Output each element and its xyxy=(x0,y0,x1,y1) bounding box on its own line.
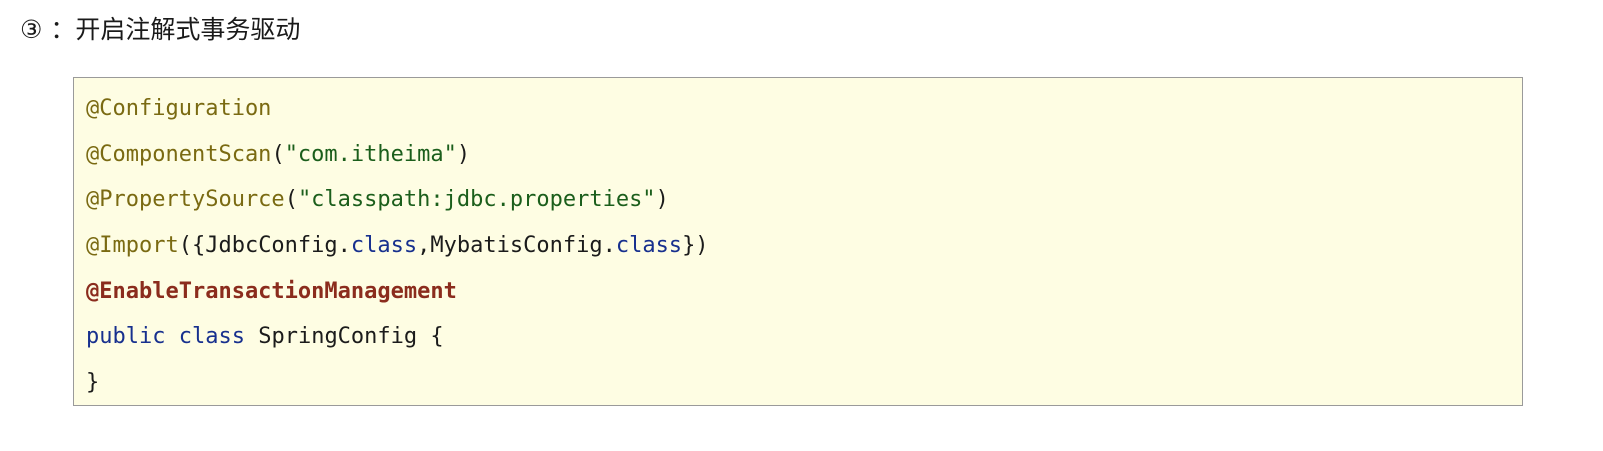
code-token-plain: ( xyxy=(284,187,298,213)
code-line: @Configuration xyxy=(86,86,1522,132)
code-token-kw: class xyxy=(615,233,683,259)
code-line: @EnableTransactionManagement xyxy=(86,269,1522,315)
code-token-anno: @PropertySource xyxy=(86,187,285,213)
code-line: } xyxy=(86,360,1522,406)
code-token-str: "classpath:jdbc.properties" xyxy=(297,187,656,213)
code-token-plain: ( xyxy=(271,141,285,167)
code-token-enable: @EnableTransactionManagement xyxy=(86,278,457,304)
code-token-kw: public xyxy=(86,324,166,350)
code-token-anno: @ComponentScan xyxy=(86,141,272,167)
code-token-plain: ) xyxy=(655,187,669,213)
code-token-plain: }) xyxy=(682,233,709,259)
code-line: @ComponentScan("com.itheima") xyxy=(86,132,1522,178)
code-token-kw: class xyxy=(178,324,245,350)
code-block: @Configuration @ComponentScan("com.itheim… xyxy=(73,77,1523,406)
code-token-kw: class xyxy=(350,233,418,259)
code-token-plain: ({JdbcConfig. xyxy=(178,233,351,259)
code-token-plain: SpringConfig { xyxy=(244,324,444,350)
code-token-anno: @Import xyxy=(86,233,179,259)
code-line: @PropertySource("classpath:jdbc.properti… xyxy=(86,177,1522,223)
code-token-str: "com.itheima" xyxy=(284,141,457,167)
code-token-anno: @Configuration xyxy=(86,96,272,121)
code-line: public class SpringConfig { xyxy=(86,314,1522,360)
section-heading: ③ ：开启注解式事务驱动 xyxy=(20,15,301,44)
code-token-plain: ) xyxy=(456,141,471,167)
code-token-plain: } xyxy=(86,370,100,396)
code-token-plain: ,MybatisConfig. xyxy=(417,233,616,259)
code-line: @Import({JdbcConfig.class,MybatisConfig.… xyxy=(86,223,1522,269)
